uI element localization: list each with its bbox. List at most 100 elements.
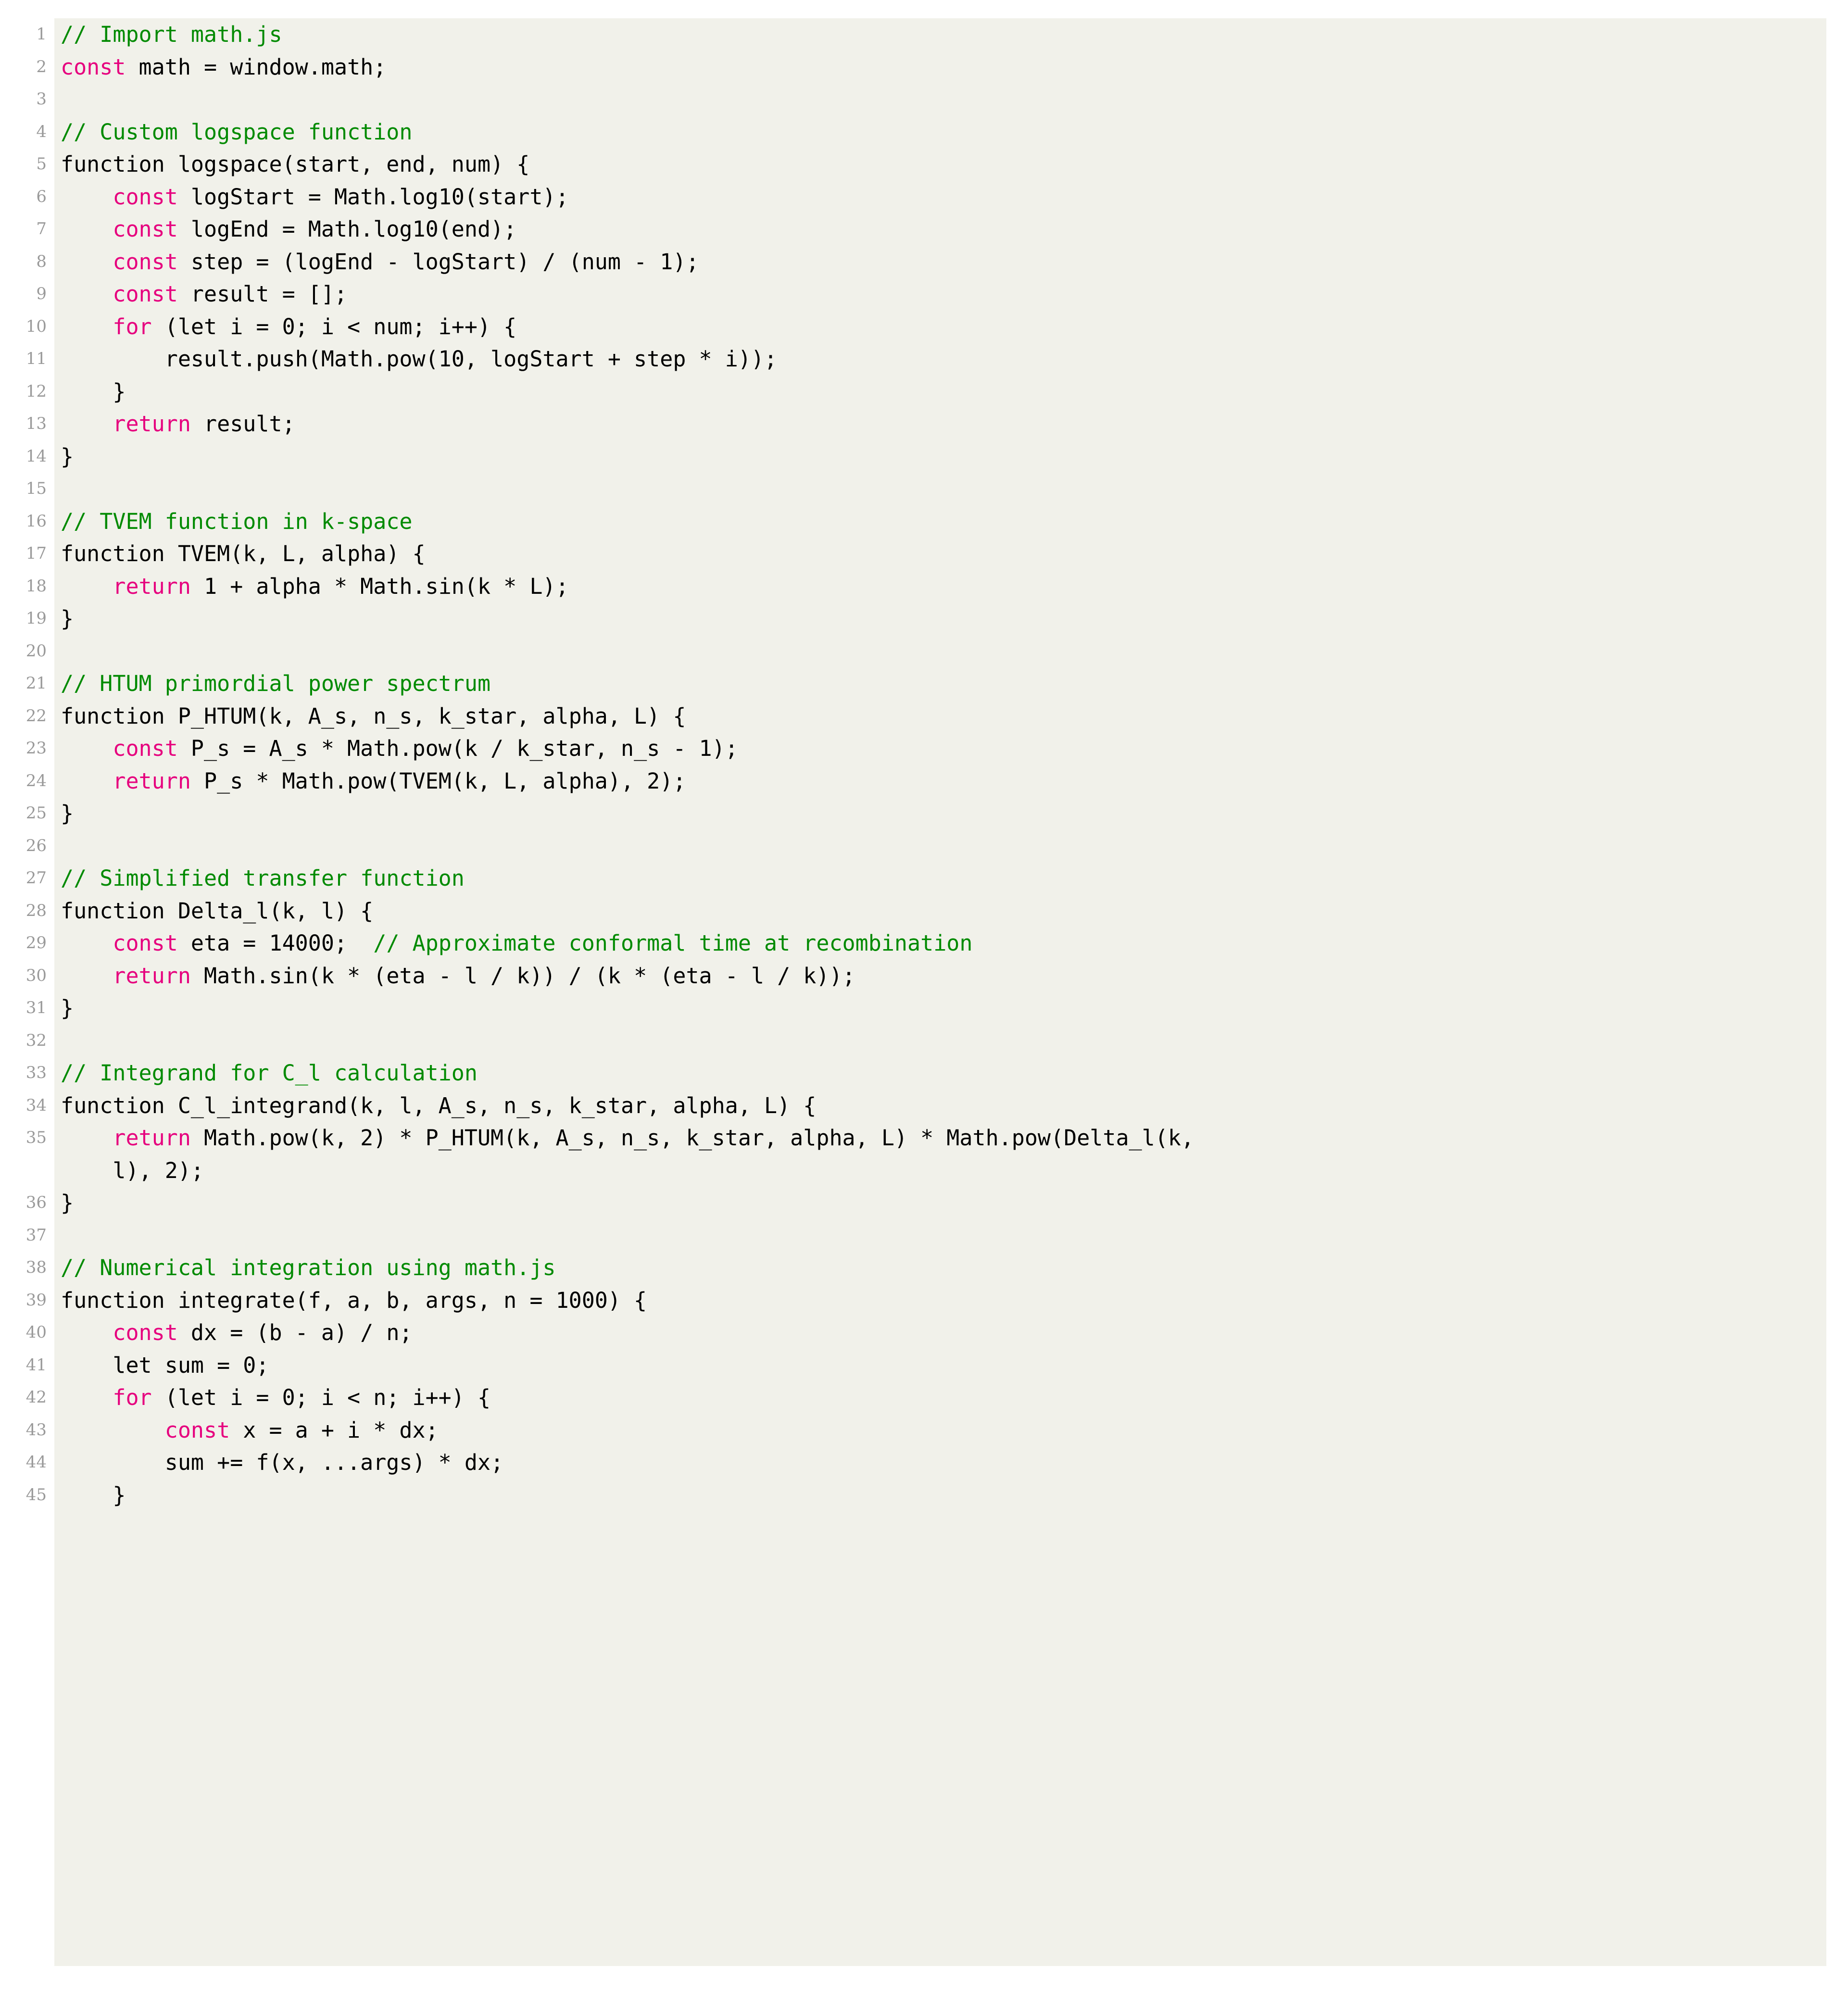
line-number: 36	[25, 1193, 47, 1212]
token-plain: }	[61, 801, 74, 826]
token-comment: // Numerical integration using math.js	[61, 1255, 556, 1280]
code-line: 8 const step = (logEnd - logStart) / (nu…	[0, 246, 1848, 278]
code-line: 22 function P_HTUM(k, A_s, n_s, k_star, a…	[0, 700, 1848, 733]
token-kw: return	[113, 1125, 191, 1151]
code-text: const dx = (b - a) / n;	[54, 1316, 1848, 1349]
code-line: 19}	[0, 602, 1848, 635]
line-number: 29	[25, 933, 47, 952]
token-plain: step = (logEnd - logStart) / (num - 1);	[177, 249, 699, 275]
line-number: 30	[25, 965, 47, 985]
code-line: 43 const x = a + i * dx;	[0, 1414, 1848, 1447]
code-line: 10 for (let i = 0; i < num; i++) {	[0, 311, 1848, 343]
code-text: }	[54, 797, 1848, 830]
token-plain: function C_l_integrand(k, l, A_s, n_s, k…	[61, 1092, 817, 1118]
line-number: 32	[25, 1030, 47, 1050]
code-text: function Delta_l(k, l) {	[54, 895, 1848, 927]
code-text: const P_s = A_s * Math.pow(k / k_star, n…	[54, 732, 1848, 765]
code-listing: 1 // Import math.js 2 const math = window.m…	[0, 0, 1848, 2005]
token-comment: // TVEM function in k-space	[61, 508, 413, 534]
code-text: const math = window.math;	[54, 51, 1848, 84]
code-text: function C_l_integrand(k, l, A_s, n_s, k…	[54, 1090, 1848, 1122]
code-line: 42 for (let i = 0; i < n; i++) {	[0, 1381, 1848, 1414]
line-number: 15	[25, 479, 47, 498]
code-line: 39 function integrate(f, a, b, args, n = …	[0, 1284, 1848, 1317]
token-plain: x = a + i * dx;	[230, 1417, 439, 1443]
code-text: return P_s * Math.pow(TVEM(k, L, alpha),…	[54, 765, 1848, 798]
code-line: 24 return P_s * Math.pow(TVEM(k, L, alph…	[0, 765, 1848, 798]
line-number: 5	[36, 154, 47, 174]
code-text: return Math.pow(k, 2) * P_HTUM(k, A_s, n…	[54, 1122, 1848, 1154]
code-line: 20	[0, 635, 1848, 668]
line-number: 44	[25, 1453, 47, 1472]
code-text: let sum = 0;	[54, 1349, 1848, 1382]
code-text: }	[54, 1187, 1848, 1219]
line-number: 23	[25, 739, 47, 758]
code-text: const eta = 14000; // Approximate confor…	[54, 927, 1848, 960]
token-kw: return	[113, 411, 191, 437]
code-line: 17 function TVEM(k, L, alpha) {	[0, 538, 1848, 570]
line-number: 17	[25, 544, 47, 563]
line-number: 39	[25, 1290, 47, 1310]
token-comment: // HTUM primordial power spectrum	[61, 671, 491, 696]
code-text: // TVEM function in k-space	[54, 505, 1848, 538]
code-line: 31}	[0, 992, 1848, 1025]
token-kw: const	[113, 184, 178, 210]
code-line: 21 // HTUM primordial power spectrum	[0, 667, 1848, 700]
code-text: sum += f(x, ...args) * dx;	[54, 1446, 1848, 1479]
code-line: 28 function Delta_l(k, l) {	[0, 895, 1848, 927]
token-plain: result;	[190, 411, 295, 437]
token-plain: function P_HTUM(k, A_s, n_s, k_star, alp…	[61, 703, 686, 729]
code-line: 18 return 1 + alpha * Math.sin(k * L);	[0, 570, 1848, 603]
token-kw: for	[113, 313, 152, 339]
code-line: 35 return Math.pow(k, 2) * P_HTUM(k, A_s…	[0, 1122, 1848, 1154]
line-number: 2	[36, 57, 47, 76]
token-plain: }	[61, 1482, 126, 1508]
line-number: 43	[25, 1420, 47, 1440]
code-text: const logEnd = Math.log10(end);	[54, 213, 1848, 246]
token-plain: function TVEM(k, L, alpha) {	[61, 541, 426, 566]
token-plain: }	[61, 606, 74, 631]
line-number: 16	[25, 511, 47, 531]
code-line: 45 }	[0, 1479, 1848, 1512]
code-text: const x = a + i * dx;	[54, 1414, 1848, 1447]
token-comment: // Integrand for C_l calculation	[61, 1060, 478, 1086]
code-text: for (let i = 0; i < num; i++) {	[54, 311, 1848, 343]
token-plain: math = window.math;	[126, 54, 387, 80]
code-line: 15	[0, 473, 1848, 505]
code-text: // Simplified transfer function	[54, 862, 1848, 895]
line-number: 31	[25, 998, 47, 1017]
token-comment: // Import math.js	[61, 22, 282, 47]
line-number: 40	[25, 1323, 47, 1342]
line-number: 37	[25, 1225, 47, 1245]
token-kw: const	[164, 1417, 230, 1443]
code-line: 36}	[0, 1187, 1848, 1219]
token-plain: P_s = A_s * Math.pow(k / k_star, n_s - 1…	[177, 736, 738, 761]
line-number: 26	[25, 836, 47, 855]
code-rows-container: 1 // Import math.js 2 const math = window.m…	[0, 18, 1848, 1511]
code-line: 4 // Custom logspace function	[0, 116, 1848, 149]
line-number: 1	[36, 25, 47, 44]
line-number: 13	[25, 414, 47, 433]
line-number: 18	[25, 576, 47, 596]
code-line: 5 function logspace(start, end, num) {	[0, 148, 1848, 181]
line-number: 24	[25, 771, 47, 790]
line-number: 25	[25, 803, 47, 823]
line-number: 21	[25, 674, 47, 693]
line-number: 34	[25, 1095, 47, 1115]
token-plain: result.push(Math.pow(10, logStart + step…	[61, 346, 778, 372]
token-plain: logStart = Math.log10(start);	[177, 184, 569, 210]
code-line: 34 function C_l_integrand(k, l, A_s, n_s,…	[0, 1090, 1848, 1122]
code-line: 40 const dx = (b - a) / n;	[0, 1316, 1848, 1349]
code-text: }	[54, 440, 1848, 473]
line-number: 11	[25, 349, 47, 368]
